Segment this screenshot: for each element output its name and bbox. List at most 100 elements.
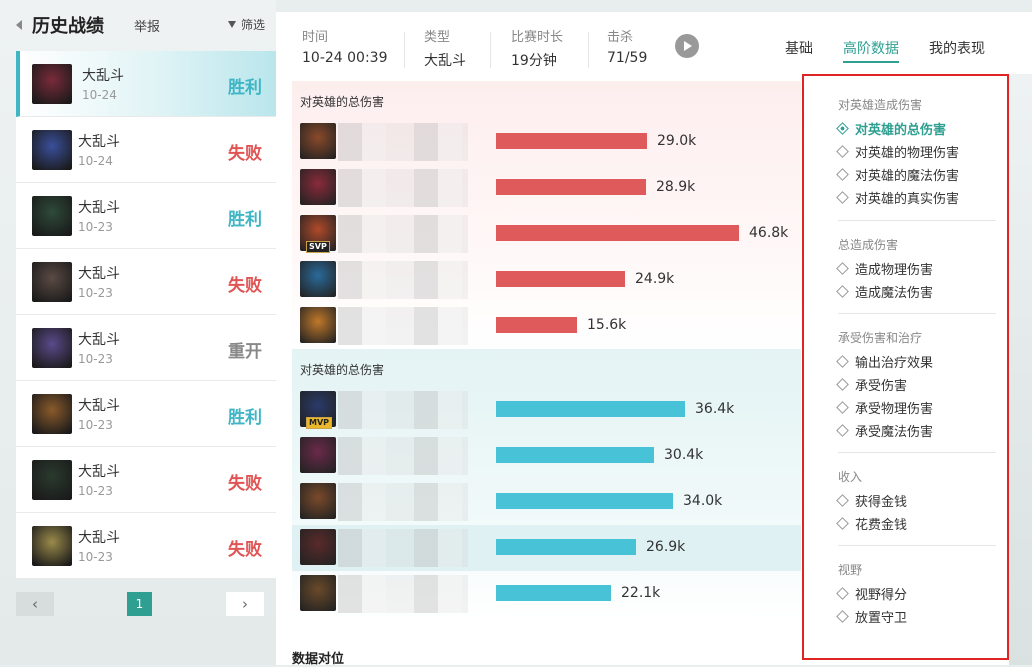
- champion-avatar: [32, 393, 72, 434]
- match-result: 胜利: [228, 78, 262, 98]
- type-label: 类型: [424, 30, 451, 45]
- header-divider: [490, 32, 491, 68]
- stat-option-label: 获得金钱: [855, 495, 908, 510]
- replay-play-icon[interactable]: [675, 34, 699, 58]
- match-item[interactable]: 大乱斗 10-23 重开: [16, 315, 276, 381]
- type-value: 大乱斗: [424, 53, 466, 69]
- player-row[interactable]: 30.4k: [292, 433, 801, 479]
- damage-value: 22.1k: [621, 585, 661, 601]
- player-name-blurred: [338, 483, 468, 521]
- stat-option[interactable]: 对英雄的物理伤害: [836, 142, 959, 161]
- match-result: 失败: [228, 276, 262, 296]
- stat-group-title: 对英雄造成伤害: [838, 98, 923, 112]
- radio-diamond-icon: [836, 517, 849, 530]
- player-row[interactable]: 24.9k: [292, 257, 801, 303]
- stat-option[interactable]: 造成魔法伤害: [836, 282, 933, 301]
- damage-value: 24.9k: [635, 271, 675, 287]
- match-item[interactable]: 大乱斗 10-24 胜利: [16, 51, 276, 117]
- champion-avatar: [32, 129, 72, 170]
- damage-value: 30.4k: [664, 447, 704, 463]
- stat-option[interactable]: 花费金钱: [836, 514, 907, 533]
- filter-icon: [228, 21, 236, 28]
- match-item[interactable]: 大乱斗 10-23 失败: [16, 249, 276, 315]
- stat-option[interactable]: 获得金钱: [836, 491, 908, 510]
- player-row[interactable]: 22.1k: [292, 571, 801, 617]
- damage-value: 36.4k: [695, 401, 735, 417]
- radio-diamond-icon: [836, 424, 849, 437]
- stat-option[interactable]: 放置守卫: [836, 607, 908, 626]
- tab-my-performance[interactable]: 我的表现: [929, 38, 985, 58]
- damage-bar: [496, 401, 685, 417]
- damage-bar: [496, 317, 577, 333]
- match-item[interactable]: 大乱斗 10-23 失败: [16, 513, 276, 579]
- type-info: 类型 大乱斗: [424, 26, 466, 69]
- champion-avatar: [32, 261, 72, 302]
- match-date: 10-24: [78, 154, 113, 168]
- match-item[interactable]: 大乱斗 10-23 胜利: [16, 183, 276, 249]
- player-row[interactable]: SVP 46.8k: [292, 211, 801, 257]
- stat-option[interactable]: 对英雄的真实伤害: [836, 188, 959, 207]
- page-number-button[interactable]: 1: [127, 592, 152, 616]
- player-row[interactable]: 34.0k: [292, 479, 801, 525]
- match-list: 大乱斗 10-24 胜利 大乱斗 10-24 失败 大乱斗 10-23 胜利 大乱斗 10-23 失败…: [16, 51, 276, 579]
- match-item[interactable]: 大乱斗 10-23 胜利: [16, 381, 276, 447]
- match-mode: 大乱斗: [78, 200, 120, 216]
- mvp-badge: MVP: [306, 417, 333, 429]
- damage-bar: [496, 225, 739, 241]
- match-result: 失败: [228, 474, 262, 494]
- group-separator: [838, 313, 996, 314]
- damage-bar: [496, 493, 673, 509]
- stat-option[interactable]: 输出治疗效果: [836, 352, 934, 371]
- stat-option-label: 放置守卫: [855, 611, 908, 626]
- tab-advanced-data[interactable]: 高阶数据: [843, 38, 899, 63]
- report-button[interactable]: 举报: [134, 16, 160, 35]
- stat-option-label: 承受魔法伤害: [855, 425, 934, 440]
- stat-option[interactable]: 造成物理伤害: [836, 259, 933, 278]
- damage-value: 29.0k: [657, 133, 697, 149]
- group-separator: [838, 545, 996, 546]
- champion-icon: [300, 169, 336, 205]
- damage-bar: [496, 271, 625, 287]
- prev-page-button[interactable]: ‹: [16, 592, 54, 616]
- stat-option-label: 承受伤害: [855, 379, 908, 394]
- radio-diamond-icon: [836, 610, 849, 623]
- stat-option-label: 对英雄的总伤害: [855, 123, 947, 138]
- back-arrow-icon[interactable]: [16, 20, 22, 30]
- kills-info: 击杀 71/59: [607, 26, 647, 66]
- player-name-blurred: [338, 123, 468, 161]
- radio-diamond-icon: [836, 122, 849, 135]
- player-row[interactable]: 28.9k: [292, 165, 801, 211]
- stat-option[interactable]: 承受魔法伤害: [836, 421, 934, 440]
- player-row[interactable]: 26.9k: [292, 525, 801, 571]
- radio-diamond-icon: [836, 191, 849, 204]
- stat-option[interactable]: 视野得分: [836, 584, 907, 603]
- match-mode: 大乱斗: [78, 266, 120, 282]
- stat-option-label: 输出治疗效果: [855, 356, 934, 371]
- time-value: 10-24 00:39: [302, 50, 388, 66]
- stat-option[interactable]: 对英雄的总伤害: [836, 119, 947, 138]
- damage-value: 15.6k: [587, 317, 627, 333]
- match-date: 10-23: [78, 220, 113, 234]
- duration-info: 比赛时长 19分钟: [511, 26, 563, 69]
- group-separator: [838, 452, 996, 453]
- stat-option[interactable]: 承受物理伤害: [836, 398, 933, 417]
- match-mode: 大乱斗: [78, 464, 120, 480]
- stat-group-title: 收入: [838, 470, 863, 484]
- damage-bar: [496, 179, 646, 195]
- radio-diamond-icon: [836, 262, 849, 275]
- red-team-label: 对英雄的总伤害: [300, 95, 385, 109]
- player-row[interactable]: MVP 36.4k: [292, 387, 801, 433]
- match-item[interactable]: 大乱斗 10-24 失败: [16, 117, 276, 183]
- stat-option[interactable]: 承受伤害: [836, 375, 908, 394]
- match-item[interactable]: 大乱斗 10-23 失败: [16, 447, 276, 513]
- stat-option[interactable]: 对英雄的魔法伤害: [836, 165, 959, 184]
- match-result: 重开: [228, 342, 262, 362]
- filter-button[interactable]: 筛选: [228, 16, 265, 33]
- match-result: 胜利: [228, 408, 262, 428]
- next-page-button[interactable]: ›: [226, 592, 264, 616]
- tab-basic[interactable]: 基础: [785, 38, 813, 58]
- champion-avatar: [32, 327, 72, 368]
- player-row[interactable]: 15.6k: [292, 303, 801, 349]
- champion-icon: [300, 123, 336, 159]
- player-row[interactable]: 29.0k: [292, 119, 801, 165]
